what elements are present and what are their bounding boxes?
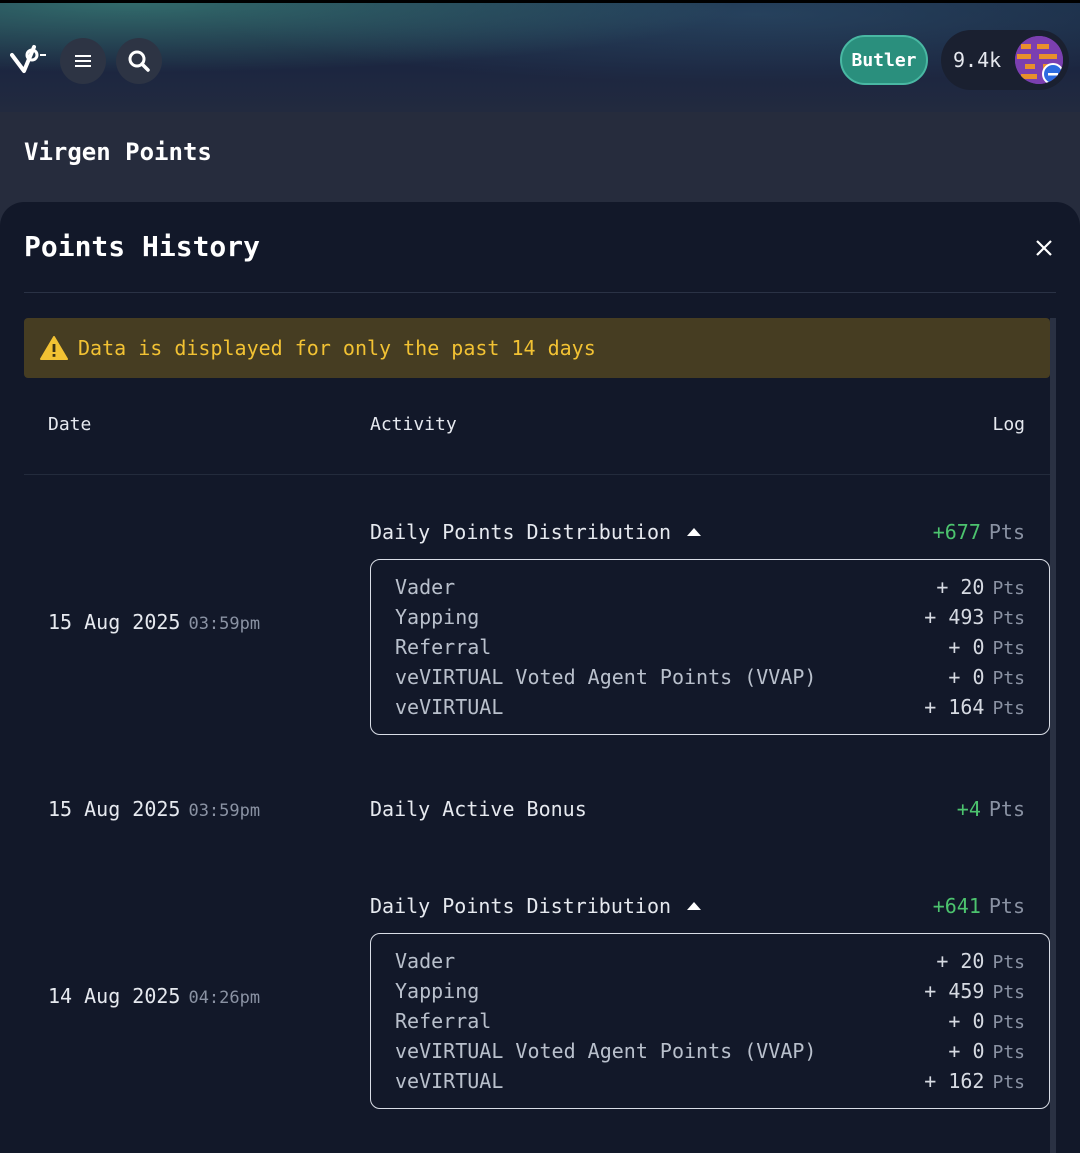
column-header-log: Log xyxy=(992,414,1025,435)
detail-row: veVIRTUAL + 162 Pts xyxy=(395,1066,1025,1096)
detail-name: Referral xyxy=(395,1009,492,1033)
row-date: 14 Aug 2025 04:26pm xyxy=(48,984,260,1008)
column-header-activity: Activity xyxy=(370,414,457,435)
time-text: 04:26pm xyxy=(188,988,261,1008)
date-text: 14 Aug 2025 xyxy=(48,984,181,1008)
log-amount: +641 xyxy=(932,894,981,918)
details-box: Vader + 20 Pts Yapping + 493 Pts Referral + 0… xyxy=(370,559,1050,735)
points-history-panel: Points History Data is displayed for onl… xyxy=(0,202,1080,1153)
row-date: 15 Aug 2025 03:59pm xyxy=(48,610,260,634)
activity-toggle[interactable]: Daily Points Distribution xyxy=(370,520,702,544)
points-balance[interactable]: 9.4k xyxy=(941,30,1069,90)
details-box: Vader + 20 Pts Yapping + 459 Pts Referral + 0… xyxy=(370,933,1050,1109)
detail-row: Vader + 20 Pts xyxy=(395,946,1025,976)
search-button[interactable] xyxy=(116,38,162,84)
row-date: 15 Aug 2025 03:59pm xyxy=(48,797,260,821)
panel-title: Points History xyxy=(24,230,261,263)
log-unit: Pts xyxy=(988,894,1025,918)
detail-row: Vader + 20 Pts xyxy=(395,572,1025,602)
detail-row: veVIRTUAL Voted Agent Points (VVAP) + 0 Pt… xyxy=(395,662,1025,692)
warning-banner: Data is displayed for only the past 14 d… xyxy=(24,318,1050,378)
detail-row: veVIRTUAL Voted Agent Points (VVAP) + 0 Pt… xyxy=(395,1036,1025,1066)
detail-amount: + 0 Pts xyxy=(948,635,1025,659)
avatar[interactable] xyxy=(1015,36,1063,84)
detail-row: veVIRTUAL + 164 Pts xyxy=(395,692,1025,722)
butler-button[interactable]: Butler xyxy=(840,35,928,85)
activity-label: Daily Points Distribution xyxy=(370,520,672,544)
column-header-date: Date xyxy=(48,414,92,435)
scrollbar[interactable] xyxy=(1050,318,1056,1153)
date-text: 15 Aug 2025 xyxy=(48,610,181,634)
header-divider xyxy=(24,474,1050,475)
close-icon xyxy=(1036,240,1052,256)
detail-amount: + 20 Pts xyxy=(936,949,1025,973)
detail-amount: + 20 Pts xyxy=(936,575,1025,599)
detail-name: veVIRTUAL xyxy=(395,695,504,719)
log-value: +677 Pts xyxy=(933,520,1025,544)
detail-amount: + 459 Pts xyxy=(924,979,1025,1003)
detail-amount: + 0 Pts xyxy=(948,1039,1025,1063)
log-unit: Pts xyxy=(988,520,1025,544)
top-bar: Butler 9.4k xyxy=(0,0,1080,112)
activity-label: Daily Points Distribution xyxy=(370,894,672,918)
log-value: +641 Pts xyxy=(933,894,1025,918)
detail-name: veVIRTUAL xyxy=(395,1069,504,1093)
detail-name: Yapping xyxy=(395,979,480,1003)
badge-icon xyxy=(1042,63,1063,84)
detail-row: Referral + 0 Pts xyxy=(395,1006,1025,1036)
detail-row: Referral + 0 Pts xyxy=(395,632,1025,662)
detail-row: Yapping + 493 Pts xyxy=(395,602,1025,632)
detail-name: veVIRTUAL Voted Agent Points (VVAP) xyxy=(395,665,817,689)
detail-row: Yapping + 459 Pts xyxy=(395,976,1025,1006)
time-text: 03:59pm xyxy=(188,801,261,821)
warning-icon xyxy=(40,336,68,360)
detail-name: Vader xyxy=(395,575,456,599)
date-text: 15 Aug 2025 xyxy=(48,797,181,821)
search-icon xyxy=(128,50,150,72)
caret-up-icon xyxy=(687,528,702,536)
close-button[interactable] xyxy=(1030,234,1058,262)
caret-up-icon xyxy=(687,902,702,910)
detail-name: Referral xyxy=(395,635,492,659)
activity-text: Daily Active Bonus xyxy=(370,797,587,821)
detail-amount: + 493 Pts xyxy=(924,605,1025,629)
detail-name: Vader xyxy=(395,949,456,973)
menu-button[interactable] xyxy=(60,38,106,84)
page-title: Virgen Points xyxy=(24,138,212,166)
activity-toggle[interactable]: Daily Points Distribution xyxy=(370,894,702,918)
virgen-logo-icon[interactable] xyxy=(10,41,50,77)
points-balance-value: 9.4k xyxy=(953,48,1002,72)
log-value: +4 Pts xyxy=(957,797,1025,821)
detail-name: Yapping xyxy=(395,605,480,629)
divider xyxy=(24,292,1056,293)
log-amount: +677 xyxy=(932,520,981,544)
log-unit: Pts xyxy=(988,797,1025,821)
detail-amount: + 162 Pts xyxy=(924,1069,1025,1093)
activity-label: Daily Active Bonus xyxy=(370,797,587,821)
detail-amount: + 0 Pts xyxy=(948,665,1025,689)
detail-name: veVIRTUAL Voted Agent Points (VVAP) xyxy=(395,1039,817,1063)
detail-amount: + 164 Pts xyxy=(924,695,1025,719)
log-amount: +4 xyxy=(956,797,981,821)
warning-text: Data is displayed for only the past 14 d… xyxy=(78,336,596,360)
hamburger-menu-icon xyxy=(75,55,91,67)
detail-amount: + 0 Pts xyxy=(948,1009,1025,1033)
time-text: 03:59pm xyxy=(188,614,261,634)
